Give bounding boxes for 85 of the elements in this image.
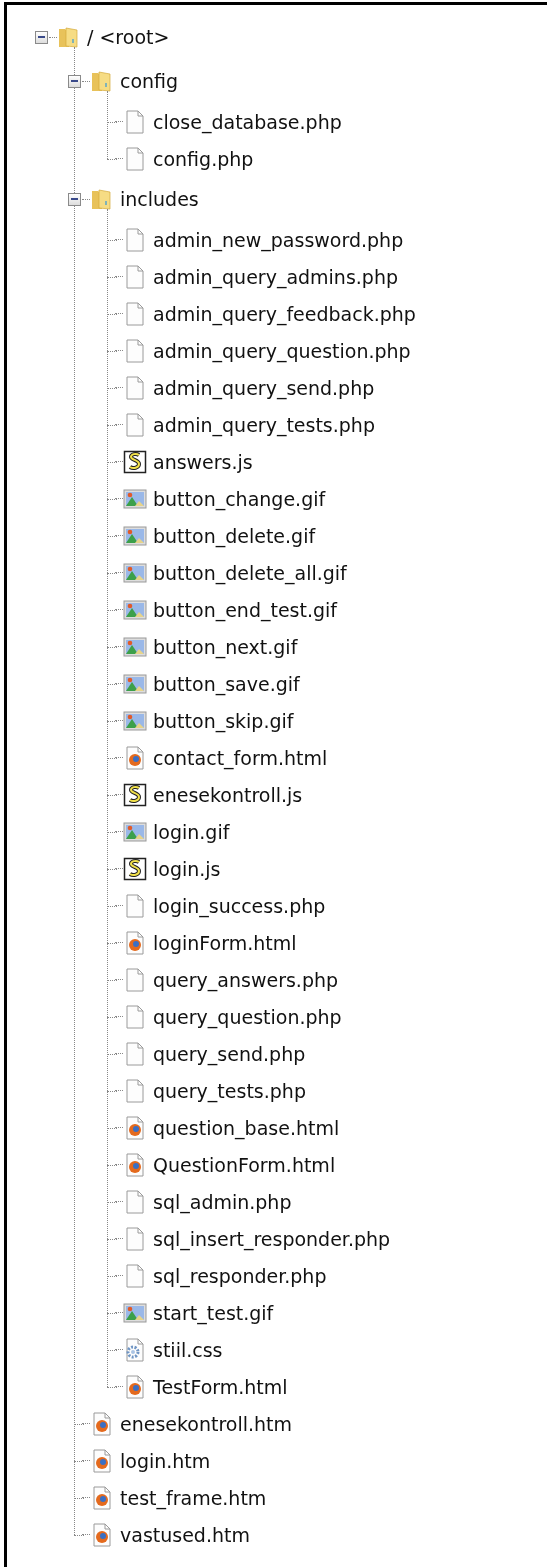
- folder-name[interactable]: / <root>: [87, 26, 170, 48]
- document-icon: [123, 1226, 147, 1251]
- document-icon: [123, 375, 147, 400]
- file-name[interactable]: query_send.php: [153, 1042, 306, 1065]
- collapse-toggle[interactable]: [67, 74, 81, 88]
- collapse-toggle[interactable]: [67, 192, 81, 206]
- file-name[interactable]: query_tests.php: [153, 1079, 306, 1102]
- file-name[interactable]: admin_query_question.php: [153, 339, 411, 362]
- script-icon: [123, 856, 147, 881]
- globe-document-icon: [123, 745, 147, 770]
- folder-icon: [90, 187, 114, 211]
- file-name[interactable]: stiil.css: [153, 1338, 223, 1361]
- script-icon: [123, 782, 147, 807]
- image-icon: [123, 597, 147, 622]
- folder-name[interactable]: config: [120, 70, 179, 92]
- collapse-toggle[interactable]: [34, 30, 48, 44]
- file-name[interactable]: button_change.gif: [153, 487, 326, 510]
- globe-document-icon: [90, 1411, 114, 1436]
- image-icon: [123, 523, 147, 548]
- file-name[interactable]: button_delete.gif: [153, 524, 316, 547]
- folder-name[interactable]: includes: [120, 188, 199, 210]
- image-icon: [123, 560, 147, 585]
- folder-icon: [57, 25, 81, 49]
- document-icon: [123, 412, 147, 437]
- file-name[interactable]: button_save.gif: [153, 672, 300, 695]
- image-icon: [123, 671, 147, 696]
- file-name[interactable]: enesekontroll.htm: [120, 1412, 293, 1435]
- image-icon: [123, 486, 147, 511]
- folder-icon: [90, 69, 114, 93]
- document-icon: [123, 227, 147, 252]
- script-icon: [123, 449, 147, 474]
- file-name[interactable]: button_skip.gif: [153, 709, 294, 732]
- file-name[interactable]: button_end_test.gif: [153, 598, 338, 621]
- globe-document-icon: [123, 930, 147, 955]
- file-name[interactable]: config.php: [153, 147, 254, 170]
- file-name[interactable]: login_success.php: [153, 894, 326, 917]
- document-icon: [123, 1189, 147, 1214]
- file-name[interactable]: question_base.html: [153, 1116, 340, 1139]
- file-name[interactable]: contact_form.html: [153, 746, 328, 769]
- file-name[interactable]: start_test.gif: [153, 1301, 274, 1324]
- file-name[interactable]: test_frame.htm: [120, 1486, 267, 1509]
- globe-document-icon: [90, 1485, 114, 1510]
- file-name[interactable]: admin_new_password.php: [153, 228, 404, 251]
- file-name[interactable]: vastused.htm: [120, 1523, 250, 1546]
- file-name[interactable]: sql_admin.php: [153, 1190, 292, 1213]
- document-icon: [123, 1263, 147, 1288]
- document-icon: [123, 264, 147, 289]
- file-name[interactable]: query_question.php: [153, 1005, 342, 1028]
- file-name[interactable]: query_answers.php: [153, 968, 339, 991]
- image-icon: [123, 708, 147, 733]
- file-name[interactable]: login.gif: [153, 820, 230, 843]
- file-name[interactable]: TestForm.html: [153, 1375, 288, 1398]
- globe-document-icon: [123, 1115, 147, 1140]
- file-name[interactable]: button_next.gif: [153, 635, 298, 658]
- file-name[interactable]: admin_query_feedback.php: [153, 302, 416, 325]
- globe-document-icon: [90, 1448, 114, 1473]
- file-name[interactable]: close_database.php: [153, 110, 342, 133]
- file-name[interactable]: admin_query_send.php: [153, 376, 375, 399]
- file-name[interactable]: sql_insert_responder.php: [153, 1227, 391, 1250]
- file-name[interactable]: enesekontroll.js: [153, 783, 303, 806]
- file-name[interactable]: button_delete_all.gif: [153, 561, 347, 584]
- document-icon: [123, 1004, 147, 1029]
- globe-document-icon: [123, 1152, 147, 1177]
- file-name[interactable]: admin_query_admins.php: [153, 265, 398, 288]
- document-icon: [123, 338, 147, 363]
- document-icon: [123, 1041, 147, 1066]
- file-name[interactable]: admin_query_tests.php: [153, 413, 375, 436]
- file-name[interactable]: sql_responder.php: [153, 1264, 327, 1287]
- image-icon: [123, 634, 147, 659]
- file-name[interactable]: loginForm.html: [153, 931, 297, 954]
- document-icon: [123, 893, 147, 918]
- globe-document-icon: [90, 1522, 114, 1547]
- document-icon: [123, 301, 147, 326]
- gear-document-icon: [123, 1337, 147, 1362]
- document-icon: [123, 109, 147, 134]
- file-name[interactable]: QuestionForm.html: [153, 1153, 336, 1176]
- document-icon: [123, 1078, 147, 1103]
- image-icon: [123, 819, 147, 844]
- document-icon: [123, 146, 147, 171]
- file-name[interactable]: login.js: [153, 857, 221, 880]
- file-name[interactable]: login.htm: [120, 1449, 211, 1472]
- file-name[interactable]: answers.js: [153, 450, 253, 473]
- document-icon: [123, 967, 147, 992]
- image-icon: [123, 1300, 147, 1325]
- globe-document-icon: [123, 1374, 147, 1399]
